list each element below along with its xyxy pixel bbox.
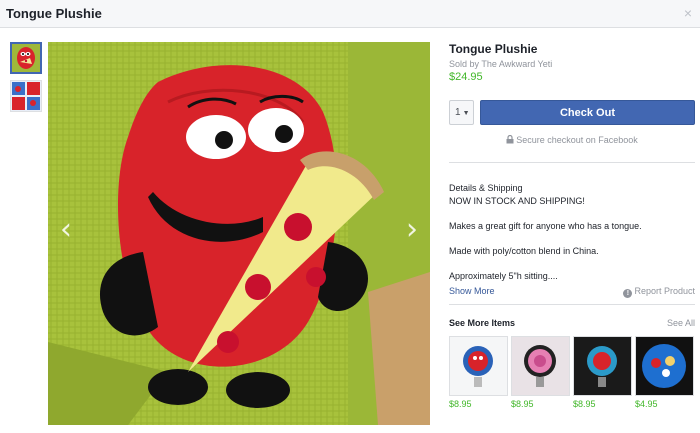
product-price: $24.95	[449, 71, 483, 83]
dialog-title: Tongue Plushie	[6, 6, 102, 21]
divider	[449, 304, 695, 305]
product-info: Tongue Plushie Sold by The Awkward Yeti …	[449, 42, 695, 83]
detail-line: NOW IN STOCK AND SHIPPING!	[449, 196, 585, 206]
sticker-image	[636, 337, 693, 395]
quantity-value: 1	[455, 107, 461, 118]
report-product-link[interactable]: ! Report Product	[623, 286, 695, 298]
item-thumbnail	[573, 336, 632, 396]
item-thumbnail	[635, 336, 694, 396]
previous-photo-button[interactable]: ‹	[60, 212, 72, 247]
item-price: $8.95	[573, 399, 596, 409]
secure-checkout-text: Secure checkout on Facebook	[516, 135, 638, 145]
next-photo-button[interactable]: ›	[406, 212, 418, 247]
product-title: Tongue Plushie	[449, 42, 538, 56]
thumbnail-plushie-photo[interactable]	[10, 42, 42, 74]
badge-reel-image	[512, 337, 569, 395]
quantity-select[interactable]: 1 ▼	[449, 100, 474, 125]
secure-checkout-note: Secure checkout on Facebook	[449, 135, 695, 145]
close-icon[interactable]: ×	[684, 5, 692, 21]
more-item[interactable]: $4.95	[635, 336, 694, 412]
checkout-row: 1 ▼ Check Out	[449, 100, 695, 125]
thumbnail-plushie-collage[interactable]	[10, 80, 42, 112]
check-out-button[interactable]: Check Out	[480, 100, 695, 125]
dialog-header: Tongue Plushie ×	[0, 0, 700, 28]
lock-icon	[506, 135, 514, 144]
item-thumbnail	[511, 336, 570, 396]
chevron-down-icon: ▼	[462, 110, 470, 117]
see-all-link[interactable]: See All	[667, 318, 695, 328]
product-photo: ‹ ›	[48, 42, 430, 425]
thumbnail-strip	[10, 42, 44, 118]
badge-reel-image	[574, 337, 631, 395]
collage-thumbnail-image	[11, 81, 41, 111]
divider	[449, 162, 695, 163]
report-product-text: Report Product	[634, 286, 695, 296]
more-item[interactable]: $8.95	[573, 336, 632, 412]
more-item[interactable]: $8.95	[449, 336, 508, 412]
badge-reel-image	[450, 337, 507, 395]
item-thumbnail	[449, 336, 508, 396]
see-more-items-heading: See More Items	[449, 318, 516, 328]
plushie-thumbnail-image	[12, 44, 40, 72]
detail-line: Approximately 5"h sitting....	[449, 271, 558, 281]
details-heading: Details & Shipping	[449, 183, 523, 193]
detail-line: Makes a great gift for anyone who has a …	[449, 221, 642, 231]
plushie-photo-image	[48, 42, 430, 425]
item-price: $4.95	[635, 399, 658, 409]
item-price: $8.95	[511, 399, 534, 409]
more-items-list: $8.95 $8.95 $8.95 $4.95	[449, 336, 695, 412]
detail-line: Made with poly/cotton blend in China.	[449, 246, 599, 256]
show-more-link[interactable]: Show More	[449, 286, 495, 296]
item-price: $8.95	[449, 399, 472, 409]
more-item[interactable]: $8.95	[511, 336, 570, 412]
seller-name[interactable]: Sold by The Awkward Yeti	[449, 59, 695, 69]
report-icon: !	[623, 289, 633, 298]
